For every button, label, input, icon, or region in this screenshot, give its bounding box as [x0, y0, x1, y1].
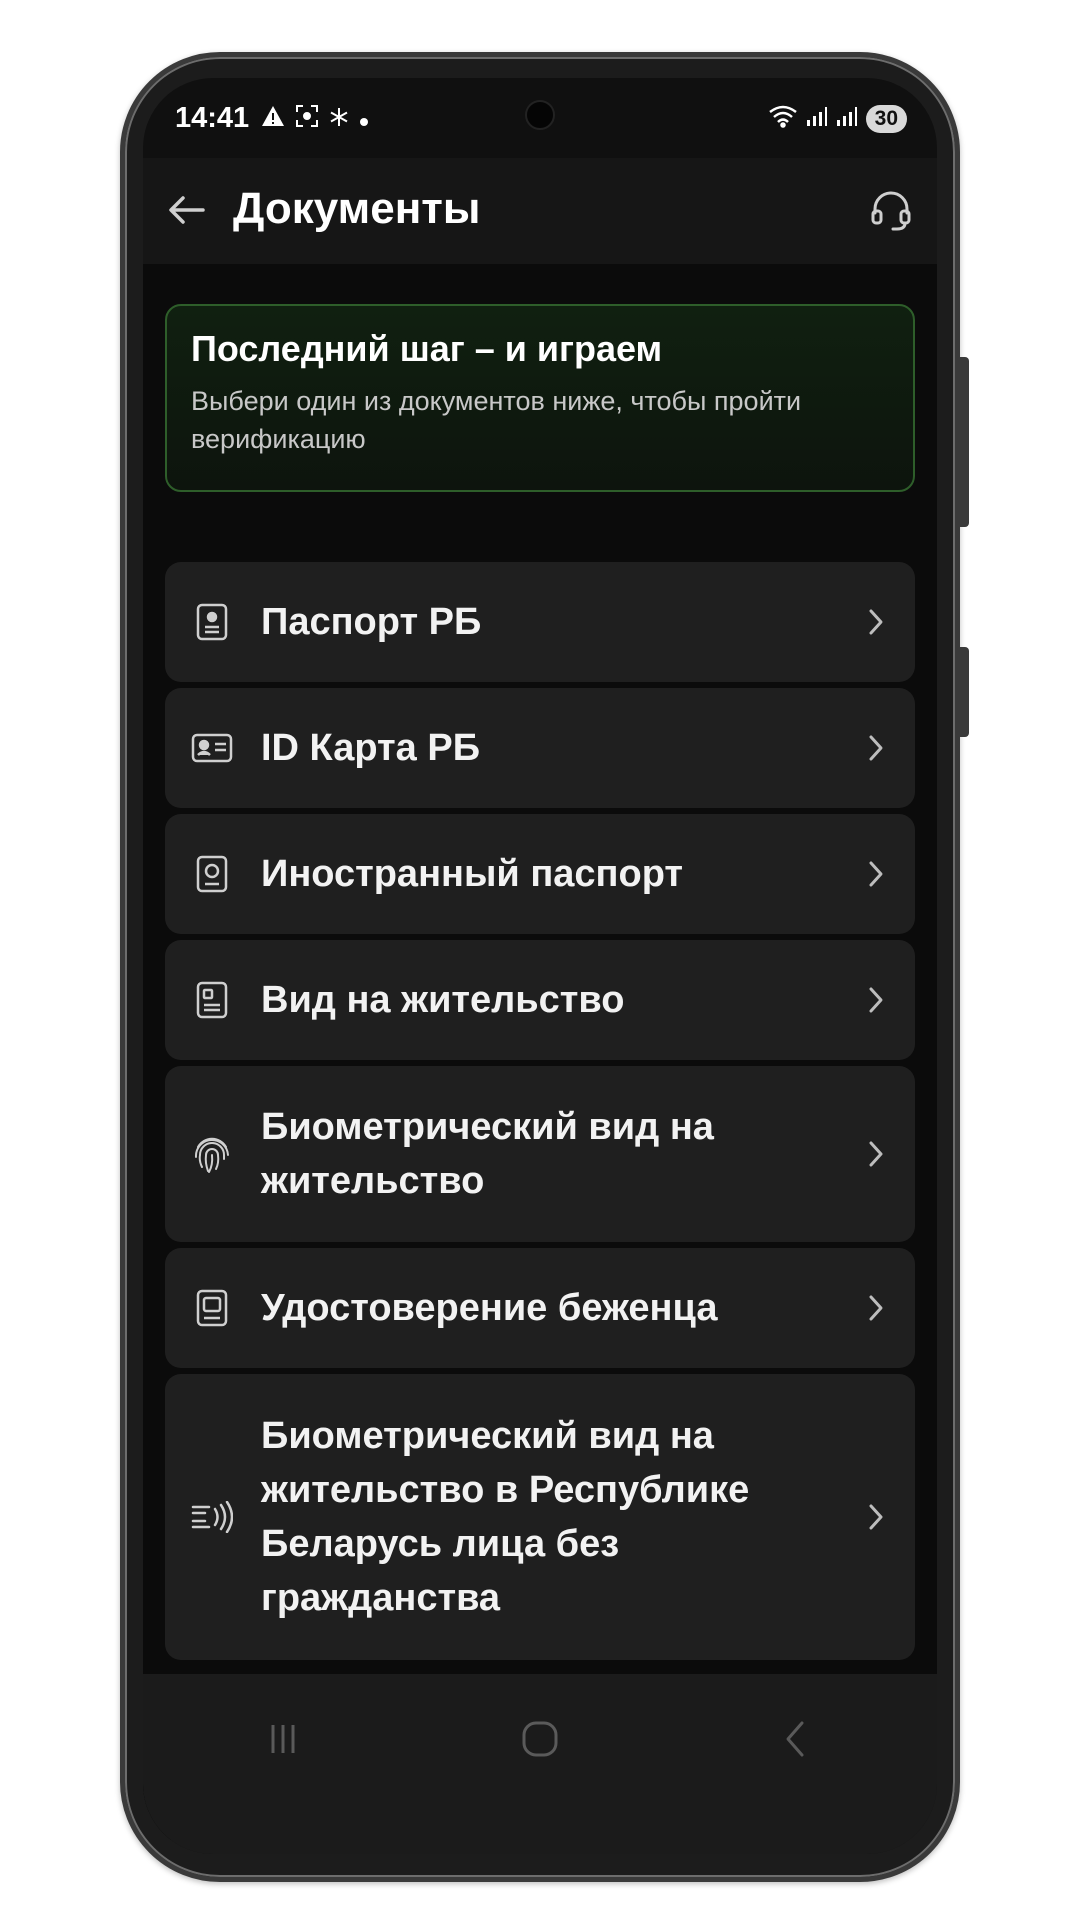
id-card-icon [191, 727, 233, 769]
status-time: 14:41 [175, 102, 250, 134]
document-label: Биометрический вид на жительство [261, 1106, 714, 1202]
fingerprint-icon [191, 1133, 233, 1175]
app-bar: Документы [143, 158, 937, 264]
refugee-certificate-icon [191, 1287, 233, 1329]
banner-title: Последний шаг – и играем [191, 328, 663, 369]
chevron-left-icon [786, 1721, 804, 1757]
banner-text: Выбери один из документов ниже, чтобы пр… [191, 386, 802, 454]
document-label: Удостоверение беженца [261, 1287, 718, 1329]
screenshot-icon [295, 104, 319, 135]
volume-button [960, 357, 969, 527]
document-item-foreign-passport[interactable]: Иностранный паспорт [165, 814, 915, 934]
status-bar: 14:41 30 [143, 78, 937, 158]
battery-badge: 30 [865, 104, 907, 133]
document-item-residence-permit[interactable]: Вид на жительство [165, 940, 915, 1060]
signal-icon [836, 105, 858, 132]
contactless-icon [191, 1496, 233, 1538]
verification-banner: Последний шаг – и играем Выбери один из … [165, 304, 915, 492]
foreign-passport-icon [191, 853, 233, 895]
document-label: ID Карта РБ [261, 727, 481, 769]
headset-icon [871, 191, 911, 231]
dot-icon [359, 106, 369, 134]
passport-icon [191, 601, 233, 643]
snowflake-icon [329, 106, 349, 134]
chevron-right-icon [861, 1134, 891, 1174]
document-label: Вид на жительство [261, 979, 625, 1021]
document-item-refugee-certificate[interactable]: Удостоверение беженца [165, 1248, 915, 1368]
document-label: Биометрический вид на жительство в Респу… [261, 1415, 750, 1619]
document-label: Иностранный паспорт [261, 853, 684, 895]
document-list: Паспорт РБ ID Карта РБ Иностранный паспо… [165, 562, 915, 1666]
alert-icon [261, 105, 285, 134]
chevron-right-icon [861, 980, 891, 1020]
content-area: Последний шаг – и играем Выбери один из … [143, 264, 937, 1840]
home-icon [522, 1721, 558, 1757]
screen: 14:41 30 Документы Последний шаг – и игр… [143, 78, 937, 1854]
chevron-right-icon [861, 728, 891, 768]
power-button [960, 647, 969, 737]
document-item-passport[interactable]: Паспорт РБ [165, 562, 915, 682]
status-right-icons: 30 [768, 104, 907, 133]
back-button[interactable] [157, 180, 217, 240]
chevron-right-icon [861, 854, 891, 894]
home-button[interactable] [500, 1704, 580, 1774]
wifi-icon [768, 104, 798, 133]
chevron-right-icon [861, 1497, 891, 1537]
document-item-biometric-residence-permit[interactable]: Биометрический вид на жительство [165, 1066, 915, 1242]
signal-icon [806, 105, 828, 132]
residence-permit-icon [191, 979, 233, 1021]
recent-apps-button[interactable] [243, 1704, 323, 1774]
document-item-id-card[interactable]: ID Карта РБ [165, 688, 915, 808]
status-left-icons [261, 104, 369, 135]
front-camera [525, 100, 555, 130]
arrow-left-icon [169, 196, 205, 224]
support-button[interactable] [861, 180, 921, 240]
page-title: Документы [233, 184, 481, 233]
chevron-right-icon [861, 602, 891, 642]
document-item-stateless-biometric-permit[interactable]: Биометрический вид на жительство в Респу… [165, 1374, 915, 1660]
document-label: Паспорт РБ [261, 601, 482, 643]
nav-back-button[interactable] [755, 1704, 835, 1774]
chevron-right-icon [861, 1288, 891, 1328]
recent-apps-icon [271, 1725, 295, 1753]
navigation-bar [143, 1674, 937, 1854]
